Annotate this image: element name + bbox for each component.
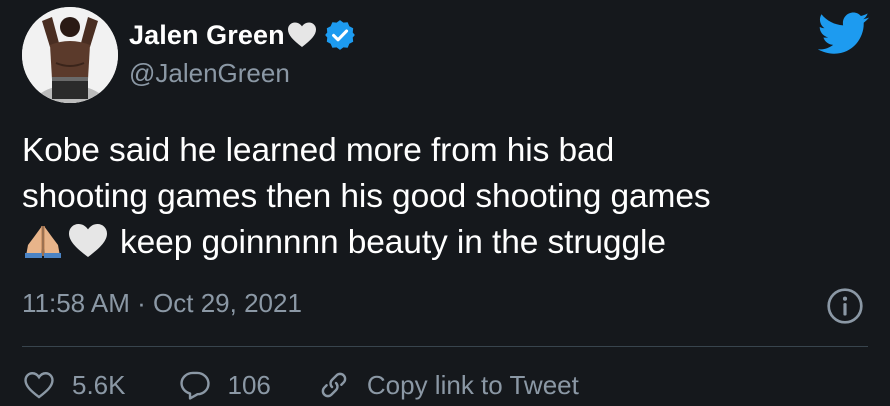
copy-link-button[interactable]: Copy link to Tweet — [317, 368, 579, 402]
tweet-text: Kobe said he learned more from his bad s… — [22, 128, 872, 266]
tweet-timestamp[interactable]: 11:58 AM · Oct 29, 2021 — [22, 288, 302, 319]
like-button[interactable]: 5.6K — [22, 368, 126, 402]
white-heart-emoji — [69, 224, 107, 257]
reply-bubble-icon — [179, 371, 210, 400]
tweet-actions: 5.6K 106 Copy link to Tweet — [22, 368, 579, 402]
reply-count: 106 — [227, 369, 271, 400]
copy-link-label: Copy link to Tweet — [366, 369, 579, 400]
avatar[interactable] — [22, 7, 118, 103]
white-heart-icon — [287, 22, 316, 47]
twitter-bird-icon[interactable] — [818, 12, 870, 56]
verified-badge-icon — [324, 20, 355, 50]
tweet-text-line: shooting games then his good shooting ga… — [22, 178, 711, 215]
info-icon[interactable] — [826, 287, 864, 325]
heart-outline-icon — [24, 372, 54, 399]
like-count: 5.6K — [72, 369, 126, 400]
tweet-text-line: Kobe said he learned more from his bad — [22, 132, 615, 169]
divider — [22, 346, 868, 347]
author-name-row[interactable]: Jalen Green — [129, 18, 357, 52]
link-icon — [321, 372, 347, 398]
author-name[interactable]: Jalen Green — [129, 20, 285, 51]
author-handle[interactable]: @JalenGreen — [129, 58, 290, 89]
tweet-text-line-3: keep goinnnnn beauty in the struggle — [120, 224, 666, 261]
tweet-text-line: keep goinnnnn beauty in the struggle — [22, 220, 872, 266]
reply-button[interactable]: 106 — [178, 368, 271, 402]
avatar-image — [22, 7, 118, 103]
folded-hands-emoji — [25, 226, 61, 258]
